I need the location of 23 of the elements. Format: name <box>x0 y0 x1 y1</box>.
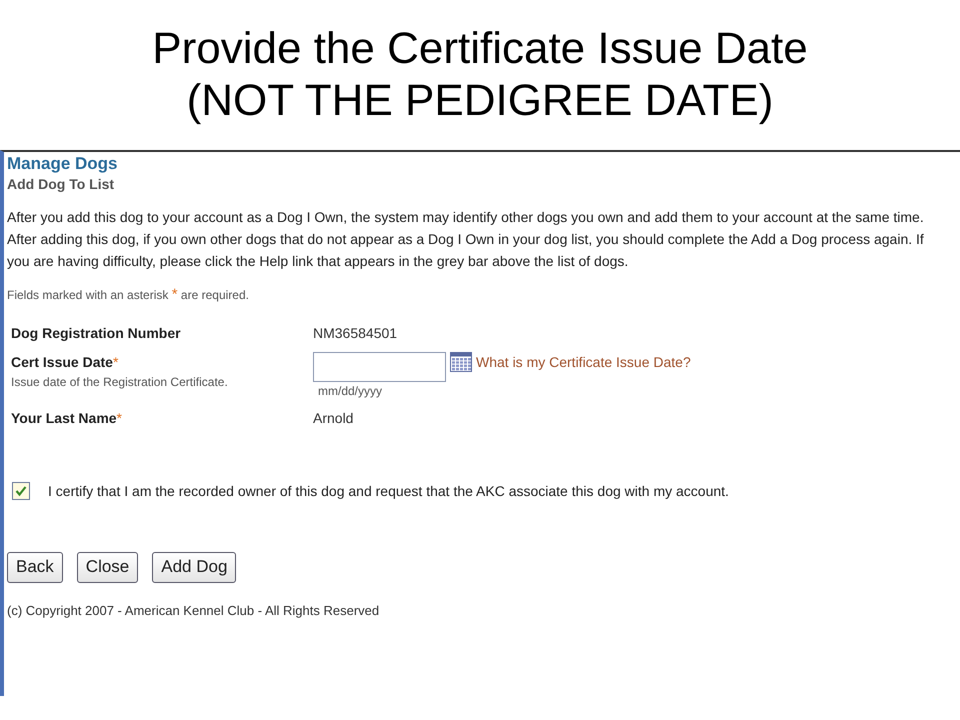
field-hint: Issue date of the Registration Certificate. <box>11 374 229 390</box>
form-button[interactable]: Close <box>76 552 138 582</box>
calendar-icon[interactable] <box>450 352 472 372</box>
field-value: Arnold <box>313 408 354 428</box>
field-label: Your Last Name* <box>11 408 123 428</box>
date-input-field[interactable] <box>313 352 446 382</box>
slide-title: (NOT THE PEDIGREE DATE) <box>186 75 774 127</box>
page-subtitle: Add Dog To List <box>7 175 116 194</box>
field-label: Dog Registration Number <box>11 324 182 343</box>
checkmark-icon <box>15 485 27 497</box>
field-label: Cert Issue Date* <box>11 352 120 372</box>
slide-title: Provide the Certificate Issue Date <box>152 23 808 75</box>
intro-paragraph: After you add this dog to your account as a Dog I Own, the system may identify other dogs you own and add them to your account at the same time. After adding this dog, if you own other dogs that do not appear as a Dog I Own in your dog list, you should complete the Add a Dog process again. If you are having difficulty, please click the Help link that appears in the grey bar above the list of dogs. <box>7 208 925 271</box>
field-value: NM36584501 <box>313 324 398 342</box>
certify-checkbox[interactable] <box>12 482 30 500</box>
form-button[interactable]: Back <box>7 552 63 582</box>
date-format-hint: mm/dd/yyyy <box>318 382 384 400</box>
copyright-text: (c) Copyright 2007 - American Kennel Club - All Rights Reserved <box>7 602 380 620</box>
form-button[interactable]: Add Dog <box>152 552 236 582</box>
page-title: Manage Dogs <box>7 154 119 174</box>
required-note: Fields marked with an asterisk * are required. <box>7 285 250 305</box>
certify-label: I certify that I am the recorded owner of this dog and request that the AKC associate this dog with my account. <box>48 482 729 501</box>
help-link[interactable]: What is my Certificate Issue Date? <box>476 352 691 372</box>
